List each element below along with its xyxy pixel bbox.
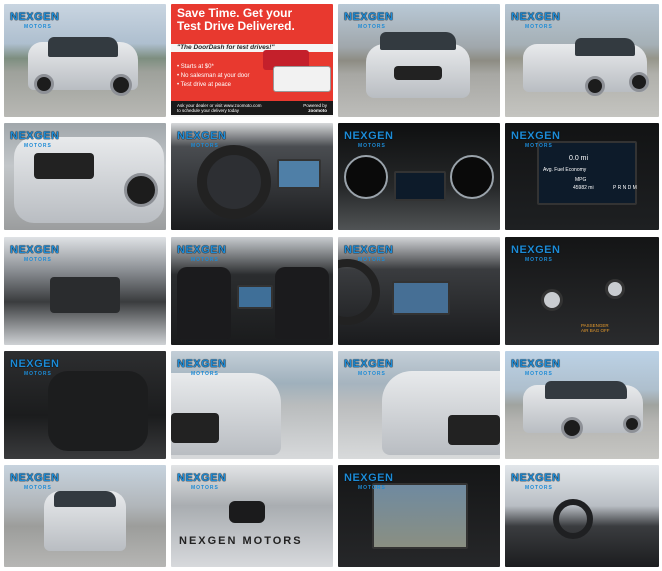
car-window <box>54 491 116 507</box>
car-window <box>545 381 627 399</box>
promo-headline: Save Time. Get your Test Drive Delivered. <box>177 6 295 33</box>
dealer-logo: NEXGEN MOTORS <box>344 130 394 149</box>
photo-front-seats[interactable]: NEXGEN MOTORS <box>171 237 333 345</box>
dealer-logo: NEXGEN MOTORS <box>511 11 561 30</box>
wheel-icon <box>585 76 605 96</box>
photo-climate-controls[interactable]: PASSENGER AIR BAG OFF NEXGEN MOTORS <box>505 237 659 345</box>
camera-icon <box>229 501 265 523</box>
dealer-logo: NEXGEN MOTORS <box>511 130 561 149</box>
steering-wheel-icon <box>553 499 593 539</box>
truck-image <box>273 66 331 92</box>
dealer-logo: NEXGEN MOTORS <box>177 358 227 377</box>
steering-wheel-icon <box>197 145 271 219</box>
seat-image <box>275 267 329 339</box>
photo-rear-camera[interactable]: NEXGEN MOTORS NEXGEN MOTORS <box>171 465 333 567</box>
car-grille <box>34 153 94 179</box>
photo-exterior-front-right[interactable]: NEXGEN MOTORS <box>505 4 659 117</box>
climate-knob-icon <box>541 289 563 311</box>
photo-backup-camera-screen[interactable]: NEXGEN MOTORS <box>338 465 500 567</box>
dealer-logo: NEXGEN MOTORS <box>344 244 394 263</box>
car-grille <box>171 413 219 443</box>
cluster-display <box>394 171 446 201</box>
tachometer-icon <box>450 155 494 199</box>
photo-exterior-rear[interactable]: NEXGEN MOTORS <box>4 465 166 567</box>
photo-driver-door-open[interactable]: NEXGEN MOTORS <box>505 465 659 567</box>
wheel-icon <box>623 415 641 433</box>
car-grille <box>448 415 500 445</box>
wheel-icon <box>34 74 54 94</box>
photo-front-close[interactable]: NEXGEN MOTORS <box>4 123 166 230</box>
photo-dashboard-center[interactable]: NEXGEN MOTORS <box>338 237 500 345</box>
airbag-warning: PASSENGER AIR BAG OFF <box>581 323 610 333</box>
dealer-logo: NEXGEN MOTORS <box>10 244 60 263</box>
car-window <box>380 32 456 50</box>
backup-camera-display <box>372 483 468 549</box>
trip-value: 0.0 mi <box>569 155 589 162</box>
dealer-logo: NEXGEN MOTORS <box>511 472 561 491</box>
cluster-display <box>537 141 637 205</box>
dealer-watermark: NEXGEN MOTORS <box>179 535 303 547</box>
promo-powered-by: Powered by zoomoto <box>303 103 327 113</box>
wheel-icon <box>561 417 583 439</box>
dealer-logo: NEXGEN MOTORS <box>10 472 60 491</box>
promo-bullet: • Starts at $0* <box>177 64 214 70</box>
photo-headlight-left[interactable]: NEXGEN MOTORS <box>171 351 333 459</box>
wheel-icon <box>629 72 649 92</box>
photo-headlight-right[interactable]: NEXGEN MOTORS <box>338 351 500 459</box>
odometer-value: 45982 mi <box>573 185 594 191</box>
photo-driver-seat[interactable]: NEXGEN MOTORS <box>4 351 166 459</box>
promo-tagline: "The DoorDash for test drives!" <box>177 44 275 51</box>
photo-cluster-display[interactable]: Avg. Fuel Economy 0.0 mi MPG 45982 mi P … <box>505 123 659 230</box>
photo-instrument-cluster[interactable]: NEXGEN MOTORS <box>338 123 500 230</box>
fuel-economy-label: Avg. Fuel Economy <box>543 167 587 173</box>
gear-indicator: P R N D M <box>613 185 637 191</box>
speedometer-icon <box>344 155 388 199</box>
climate-knob-icon <box>605 279 625 299</box>
dealer-logo: NEXGEN MOTORS <box>511 244 561 263</box>
engine-cover <box>50 277 120 313</box>
promo-doordash-test-drive[interactable]: Save Time. Get your Test Drive Delivered.… <box>171 4 333 117</box>
promo-bullet: • No salesman at your door <box>177 73 250 79</box>
promo-footer-text: Ask your dealer or visit www.zoomoto.com… <box>177 103 262 113</box>
dealer-logo: NEXGEN MOTORS <box>344 358 394 377</box>
photo-exterior-rear-right[interactable]: NEXGEN MOTORS <box>505 351 659 459</box>
car-window <box>575 38 635 56</box>
photo-exterior-front-left[interactable]: NEXGEN MOTORS <box>4 4 166 117</box>
mpg-label: MPG <box>575 177 587 183</box>
promo-bullet: • Test drive at peace <box>177 82 232 88</box>
photo-engine-bay[interactable]: NEXGEN MOTORS <box>4 237 166 345</box>
photo-exterior-front[interactable]: NEXGEN MOTORS <box>338 4 500 117</box>
car-grille <box>394 66 442 80</box>
dealer-logo: NEXGEN MOTORS <box>10 130 60 149</box>
car-window <box>48 37 118 57</box>
dealer-logo: NEXGEN MOTORS <box>344 472 394 491</box>
dealer-logo: NEXGEN MOTORS <box>10 11 60 30</box>
wheel-icon <box>124 173 158 207</box>
infotainment-screen <box>277 159 321 189</box>
wheel-icon <box>110 74 132 96</box>
infotainment-screen <box>392 281 450 315</box>
dealer-logo: NEXGEN MOTORS <box>177 472 227 491</box>
photo-steering-wheel[interactable]: NEXGEN MOTORS <box>171 123 333 230</box>
infotainment-screen <box>237 285 273 309</box>
dealer-logo: NEXGEN MOTORS <box>177 130 227 149</box>
dealer-logo: NEXGEN MOTORS <box>10 358 60 377</box>
dealer-logo: NEXGEN MOTORS <box>344 11 394 30</box>
dealer-logo: NEXGEN MOTORS <box>177 244 227 263</box>
dealer-logo: NEXGEN MOTORS <box>511 358 561 377</box>
seat-image <box>48 371 148 451</box>
seat-image <box>177 267 231 339</box>
